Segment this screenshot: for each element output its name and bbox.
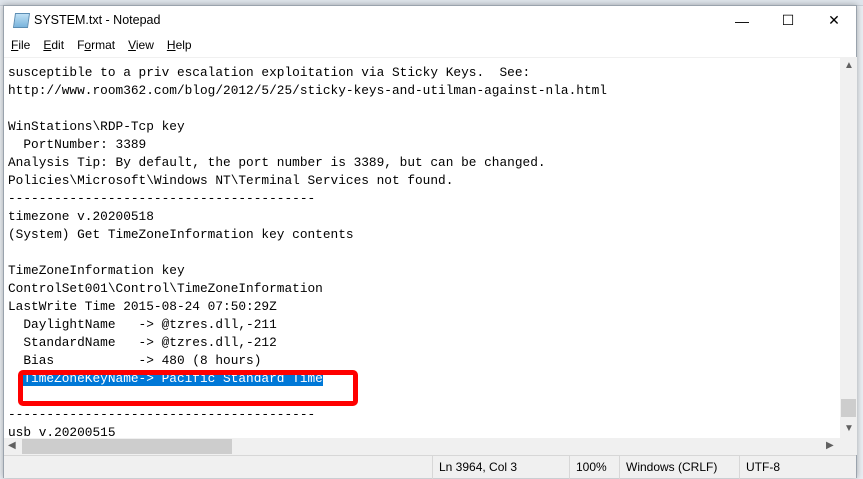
status-position: Ln 3964, Col 3 [432,456,569,479]
text-line: Policies\Microsoft\Windows NT\Terminal S… [8,173,454,188]
text-line: TimeZoneInformation key [8,263,185,278]
text-line: WinStations\RDP-Tcp key [8,119,185,134]
menu-edit[interactable]: Edit [36,36,70,56]
minimize-button[interactable]: — [719,6,765,35]
text-line: DaylightName -> @tzres.dll,-211 [8,317,277,332]
status-line-ending: Windows (CRLF) [619,456,739,479]
title-bar[interactable]: SYSTEM.txt - Notepad — ☐ ✕ [4,6,856,35]
status-encoding: UTF-8 [739,456,839,479]
close-button[interactable]: ✕ [811,6,857,35]
scroll-down-icon[interactable]: ▼ [844,423,854,434]
menu-format[interactable]: Format [70,36,121,56]
window-title: SYSTEM.txt - Notepad [34,13,161,27]
horizontal-scroll-thumb[interactable] [22,439,232,454]
notepad-window: SYSTEM.txt - Notepad — ☐ ✕ File Edit For… [3,5,857,479]
text-editor[interactable]: usb v.20200515 --------------------------… [4,57,840,438]
text-line: ---------------------------------------- [8,407,316,422]
text-line: Bias -> 480 (8 hours) [8,353,262,368]
text-line: PortNumber: 3389 [8,137,147,152]
text-line: susceptible to a priv escalation exploit… [8,65,531,80]
vertical-scrollbar[interactable]: ▲ ▼ [840,57,857,438]
text-line: ControlSet001\Control\TimeZoneInformatio… [8,281,323,296]
horizontal-scrollbar[interactable]: ◀ ▶ [4,438,840,455]
text-line: (System) Get TimeZoneInformation key con… [8,227,354,242]
status-zoom: 100% [569,456,619,479]
vertical-scroll-thumb[interactable] [841,399,856,417]
status-bar: Ln 3964, Col 3 100% Windows (CRLF) UTF-8 [4,455,856,479]
maximize-button[interactable]: ☐ [765,6,811,35]
menu-file[interactable]: File [4,36,36,56]
scroll-right-icon[interactable]: ▶ [826,440,834,451]
text-line: StandardName -> @tzres.dll,-212 [8,335,277,350]
menu-bar: File Edit Format View Help [4,36,856,56]
text-line: ---------------------------------------- [8,191,316,206]
text-line: Analysis Tip: By default, the port numbe… [8,155,546,170]
red-highlight-box [18,370,358,406]
scroll-up-icon[interactable]: ▲ [844,60,854,71]
menu-help[interactable]: Help [160,36,198,56]
text-line: timezone v.20200518 [8,209,154,224]
menu-view[interactable]: View [121,36,160,56]
text-line: LastWrite Time 2015-08-24 07:50:29Z [8,299,277,314]
scroll-left-icon[interactable]: ◀ [8,440,16,451]
text-line: http://www.room362.com/blog/2012/5/25/st… [8,83,607,98]
scrollbar-corner [840,438,857,455]
notepad-icon [12,13,31,28]
text-line: usb v.20200515 [8,425,116,438]
